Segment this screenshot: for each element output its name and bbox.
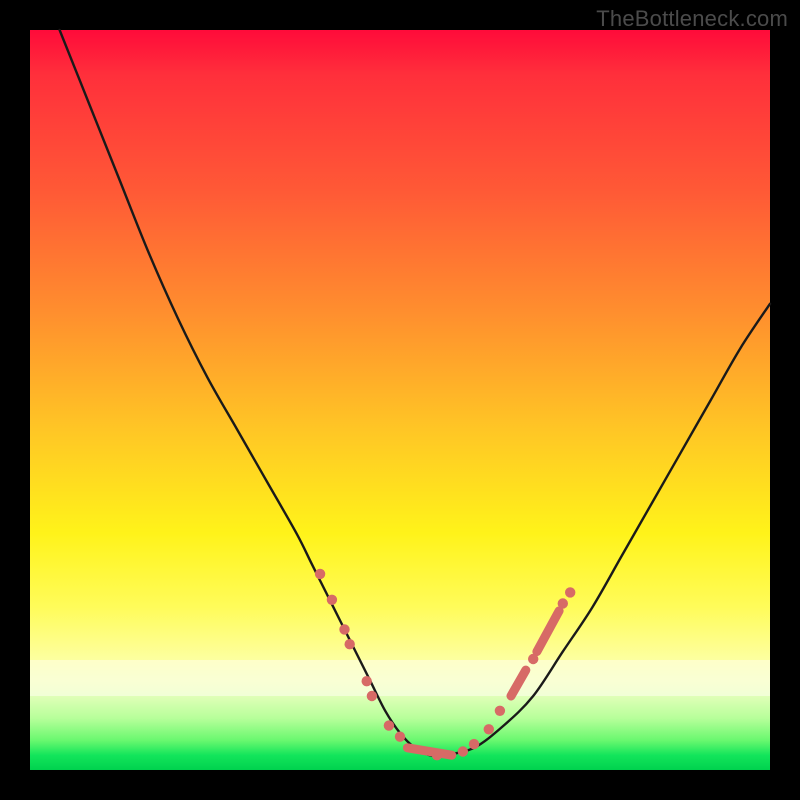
data-point	[565, 587, 575, 597]
data-segment	[511, 670, 526, 696]
data-point	[484, 724, 494, 734]
data-point	[362, 676, 372, 686]
data-point	[367, 691, 377, 701]
data-point	[344, 639, 354, 649]
data-point	[458, 746, 468, 756]
curve-layer	[30, 30, 770, 770]
data-point	[495, 706, 505, 716]
data-point	[315, 569, 325, 579]
chart-frame: TheBottleneck.com	[0, 0, 800, 800]
data-point	[327, 595, 337, 605]
marker-layer	[315, 569, 576, 761]
data-point	[384, 720, 394, 730]
data-point	[395, 732, 405, 742]
data-segment	[537, 611, 559, 652]
bottleneck-curve	[60, 30, 770, 756]
data-point	[339, 624, 349, 634]
data-point	[469, 739, 479, 749]
data-segment	[407, 748, 451, 755]
watermark-label: TheBottleneck.com	[596, 6, 788, 32]
